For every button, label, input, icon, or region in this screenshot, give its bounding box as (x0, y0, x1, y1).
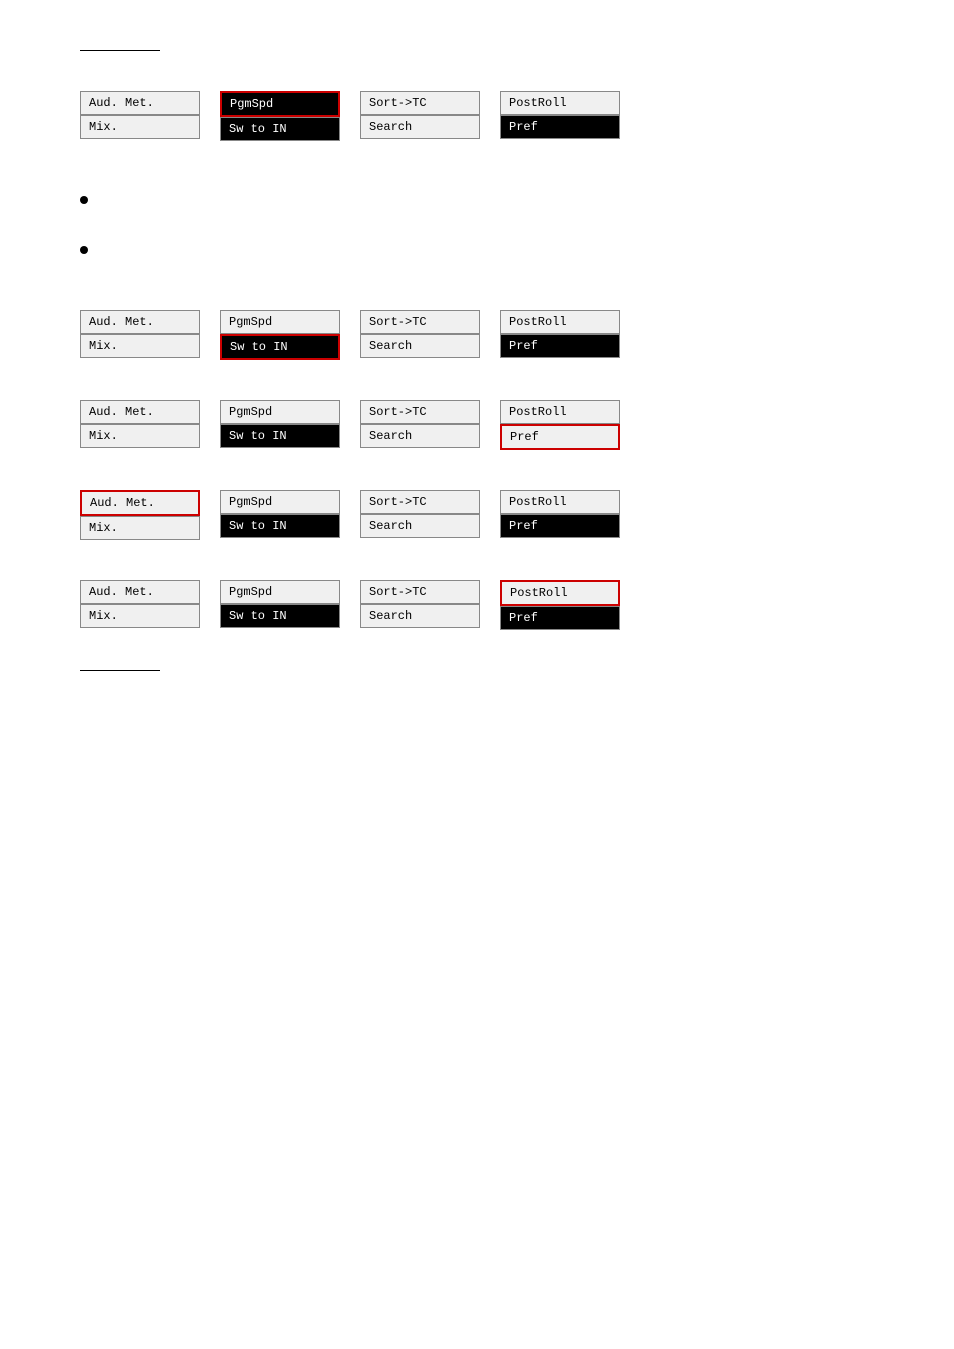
btn-pref-bottom-3[interactable]: Pref (500, 334, 620, 358)
btn-search-bottom-4[interactable]: Search (360, 424, 480, 448)
section-3: Aud. Met. Mix. PgmSpd Sw to IN Sort->TC … (40, 310, 914, 360)
btn-group-aud-met-4: Aud. Met. Mix. (80, 400, 200, 450)
btn-aud-met-top-3[interactable]: Aud. Met. (80, 310, 200, 334)
btn-postroll-top-5[interactable]: PostRoll (500, 490, 620, 514)
btn-pgmspd-bottom-6[interactable]: Sw to IN (220, 604, 340, 628)
button-row-3: Aud. Met. Mix. PgmSpd Sw to IN Sort->TC … (80, 310, 874, 360)
btn-search-bottom-1[interactable]: Search (360, 115, 480, 139)
btn-aud-met-top-1[interactable]: Aud. Met. (80, 91, 200, 115)
btn-group-sort-tc-4: Sort->TC Search (360, 400, 480, 450)
btn-group-pgmspd-4: PgmSpd Sw to IN (220, 400, 340, 450)
section-1: Aud. Met. Mix. PgmSpd Sw to IN Sort->TC … (40, 91, 914, 141)
section-5: Aud. Met. Mix. PgmSpd Sw to IN Sort->TC … (40, 490, 914, 540)
btn-group-postroll-6: PostRoll Pref (500, 580, 620, 630)
btn-pgmspd-top-3[interactable]: PgmSpd (220, 310, 340, 334)
btn-group-sort-tc-6: Sort->TC Search (360, 580, 480, 630)
btn-search-bottom-3[interactable]: Search (360, 334, 480, 358)
btn-aud-met-top-6[interactable]: Aud. Met. (80, 580, 200, 604)
top-rule (80, 50, 160, 51)
btn-postroll-top-6[interactable]: PostRoll (500, 580, 620, 606)
btn-postroll-top-4[interactable]: PostRoll (500, 400, 620, 424)
btn-group-postroll-3: PostRoll Pref (500, 310, 620, 360)
bullet-item-2 (80, 241, 874, 261)
section-6: Aud. Met. Mix. PgmSpd Sw to IN Sort->TC … (40, 580, 914, 630)
btn-postroll-top-3[interactable]: PostRoll (500, 310, 620, 334)
btn-group-aud-met-1: Aud. Met. Mix. (80, 91, 200, 141)
btn-group-postroll-1: PostRoll Pref (500, 91, 620, 141)
btn-aud-met-bottom-1[interactable]: Mix. (80, 115, 200, 139)
btn-aud-met-bottom-4[interactable]: Mix. (80, 424, 200, 448)
btn-group-sort-tc-1: Sort->TC Search (360, 91, 480, 141)
btn-sort-tc-top-3[interactable]: Sort->TC (360, 310, 480, 334)
btn-sort-tc-top-6[interactable]: Sort->TC (360, 580, 480, 604)
button-row-1: Aud. Met. Mix. PgmSpd Sw to IN Sort->TC … (80, 91, 874, 141)
btn-group-pgmspd-6: PgmSpd Sw to IN (220, 580, 340, 630)
btn-aud-met-bottom-5[interactable]: Mix. (80, 516, 200, 540)
page-container: Aud. Met. Mix. PgmSpd Sw to IN Sort->TC … (0, 20, 954, 701)
btn-sort-tc-top-1[interactable]: Sort->TC (360, 91, 480, 115)
btn-group-postroll-4: PostRoll Pref (500, 400, 620, 450)
btn-group-sort-tc-5: Sort->TC Search (360, 490, 480, 540)
bullet-dot-2 (80, 246, 88, 254)
btn-pgmspd-bottom-1[interactable]: Sw to IN (220, 117, 340, 141)
btn-aud-met-bottom-3[interactable]: Mix. (80, 334, 200, 358)
btn-group-pgmspd-5: PgmSpd Sw to IN (220, 490, 340, 540)
button-row-4: Aud. Met. Mix. PgmSpd Sw to IN Sort->TC … (80, 400, 874, 450)
button-row-5: Aud. Met. Mix. PgmSpd Sw to IN Sort->TC … (80, 490, 874, 540)
btn-group-pgmspd-1: PgmSpd Sw to IN (220, 91, 340, 141)
bullet-section (40, 181, 914, 300)
btn-group-postroll-5: PostRoll Pref (500, 490, 620, 540)
btn-group-pgmspd-3: PgmSpd Sw to IN (220, 310, 340, 360)
btn-search-bottom-6[interactable]: Search (360, 604, 480, 628)
bullet-text-1 (103, 191, 111, 211)
btn-pgmspd-top-4[interactable]: PgmSpd (220, 400, 340, 424)
bullet-text-2 (103, 241, 111, 261)
bullet-dot-1 (80, 196, 88, 204)
btn-pgmspd-bottom-4[interactable]: Sw to IN (220, 424, 340, 448)
btn-sort-tc-top-4[interactable]: Sort->TC (360, 400, 480, 424)
btn-group-aud-met-3: Aud. Met. Mix. (80, 310, 200, 360)
btn-pref-bottom-6[interactable]: Pref (500, 606, 620, 630)
btn-aud-met-bottom-6[interactable]: Mix. (80, 604, 200, 628)
btn-pgmspd-top-1[interactable]: PgmSpd (220, 91, 340, 117)
btn-aud-met-top-5[interactable]: Aud. Met. (80, 490, 200, 516)
btn-postroll-top-1[interactable]: PostRoll (500, 91, 620, 115)
bullet-item-1 (80, 191, 874, 211)
bottom-rule (80, 670, 160, 671)
btn-group-aud-met-5: Aud. Met. Mix. (80, 490, 200, 540)
btn-pref-bottom-4[interactable]: Pref (500, 424, 620, 450)
btn-aud-met-top-4[interactable]: Aud. Met. (80, 400, 200, 424)
btn-group-sort-tc-3: Sort->TC Search (360, 310, 480, 360)
btn-pref-bottom-1[interactable]: Pref (500, 115, 620, 139)
section-4: Aud. Met. Mix. PgmSpd Sw to IN Sort->TC … (40, 400, 914, 450)
btn-pgmspd-top-5[interactable]: PgmSpd (220, 490, 340, 514)
btn-sort-tc-top-5[interactable]: Sort->TC (360, 490, 480, 514)
btn-search-bottom-5[interactable]: Search (360, 514, 480, 538)
btn-pgmspd-bottom-5[interactable]: Sw to IN (220, 514, 340, 538)
btn-pgmspd-bottom-3[interactable]: Sw to IN (220, 334, 340, 360)
btn-pref-bottom-5[interactable]: Pref (500, 514, 620, 538)
btn-pgmspd-top-6[interactable]: PgmSpd (220, 580, 340, 604)
button-row-6: Aud. Met. Mix. PgmSpd Sw to IN Sort->TC … (80, 580, 874, 630)
btn-group-aud-met-6: Aud. Met. Mix. (80, 580, 200, 630)
